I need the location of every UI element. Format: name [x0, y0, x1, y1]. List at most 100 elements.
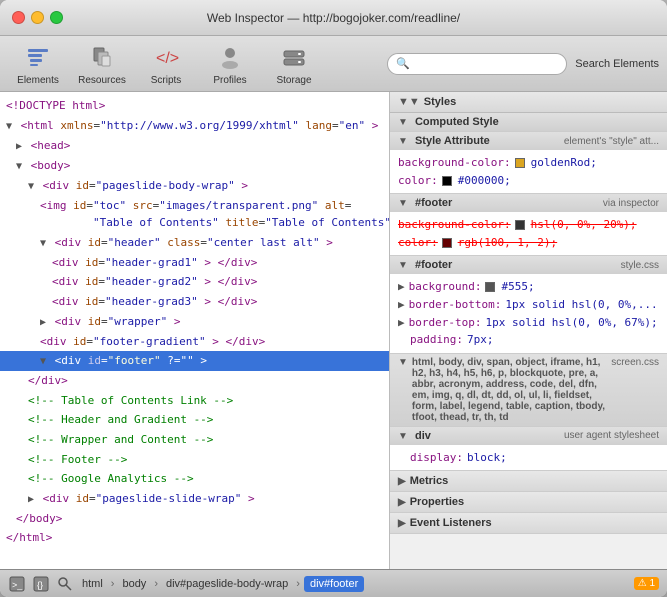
breadcrumb-body[interactable]: body — [118, 576, 150, 592]
dom-line-comment-toc[interactable]: <!-- Table of Contents Link --> — [0, 391, 389, 411]
breadcrumb-html[interactable]: html — [78, 576, 107, 592]
triangle-head[interactable] — [16, 141, 22, 152]
bgcolor-swatch — [515, 154, 527, 172]
statusbar: >_ {} html › body › div#pageslide-body-w… — [0, 569, 667, 597]
dom-line-pageslide-slide[interactable]: <div id="pageslide-slide-wrap" > — [0, 489, 389, 509]
metrics-triangle: ▶ — [398, 476, 406, 487]
scripts-tool-button[interactable]: </> Scripts — [136, 40, 196, 88]
breadcrumb-pageslide[interactable]: div#pageslide-body-wrap — [162, 576, 292, 592]
style-attr-source: element's "style" att... — [564, 136, 659, 147]
search-input-box[interactable]: 🔍 — [387, 53, 567, 75]
prop-color-name: color: — [398, 172, 438, 190]
dom-line-comment-wrapper[interactable]: <!-- Wrapper and Content --> — [0, 430, 389, 450]
dom-line-body[interactable]: <body> — [0, 156, 389, 176]
web-inspector-window: Web Inspector — http://bogojoker.com/rea… — [0, 0, 667, 597]
svg-text:{}: {} — [37, 580, 43, 590]
prop-footer-color: color: rgb(100, 1, 2); — [398, 234, 659, 252]
storage-label: Storage — [276, 75, 311, 86]
dom-panel[interactable]: <!DOCTYPE html> <html xmlns="http://www.… — [0, 92, 390, 569]
search-elements-label: Search Elements — [575, 58, 659, 70]
style-attr-body: background-color: goldenRod; color: #000… — [390, 150, 667, 193]
dom-line-wrapper[interactable]: <div id="wrapper" > — [0, 312, 389, 332]
div-useragent-label: div — [415, 430, 431, 442]
dom-line-pageslide-wrap[interactable]: <div id="pageslide-body-wrap" > — [0, 176, 389, 196]
prop-border-top: ▶ border-top: 1px solid hsl(0, 0%, 67%); — [398, 314, 659, 332]
main-area: <!DOCTYPE html> <html xmlns="http://www.… — [0, 92, 667, 569]
dom-line-html[interactable]: <html xmlns="http://www.w3.org/1999/xhtm… — [0, 116, 389, 136]
style-attr-label: Style Attribute — [415, 135, 490, 147]
style-attr-section: ▼ Style Attribute element's "style" att.… — [390, 132, 667, 194]
elements-tool-button[interactable]: Elements — [8, 40, 68, 88]
scripts-label: Scripts — [151, 75, 182, 86]
properties-triangle: ▶ — [398, 497, 406, 508]
dom-line-comment-analytics[interactable]: <!-- Google Analytics --> — [0, 469, 389, 489]
breadcrumb-footer[interactable]: div#footer — [304, 576, 364, 592]
dom-line-comment-footer[interactable]: <!-- Footer --> — [0, 450, 389, 470]
dom-line-header[interactable]: <div id="header" class="center last alt"… — [0, 233, 389, 253]
search-statusbar-icon[interactable] — [56, 575, 74, 593]
triangle-pageslide[interactable] — [28, 181, 34, 192]
dom-line-footer[interactable]: <div id="footer" ?="" > — [0, 351, 389, 371]
div-useragent-section: ▼ div user agent stylesheet display: blo… — [390, 427, 667, 472]
prop-footer-color-val: rgb(100, 1, 2); — [458, 234, 557, 252]
toolbar: Elements Resources </> Scripts — [0, 36, 667, 92]
svg-text:</>: </> — [156, 50, 179, 67]
metrics-label: Metrics — [410, 475, 449, 487]
div-useragent-header[interactable]: ▼ div user agent stylesheet — [390, 427, 667, 445]
triangle-footer[interactable] — [40, 356, 46, 367]
dom-line-hgrad3[interactable]: <div id="header-grad3" > </div> — [0, 292, 389, 312]
screen-css-section: ▼ html, body, div, span, object, iframe,… — [390, 354, 667, 427]
console-icon[interactable]: >_ — [8, 575, 26, 593]
footer-css-label: #footer — [415, 259, 452, 271]
metrics-section[interactable]: ▶ Metrics — [390, 471, 667, 492]
prop-color-val: #000000; — [458, 172, 511, 190]
footer-css-header[interactable]: ▼ #footer style.css — [390, 256, 667, 274]
computed-style-label: Computed Style — [415, 116, 499, 128]
triangle-html[interactable] — [6, 121, 12, 132]
triangle-body[interactable] — [16, 161, 22, 172]
styles-panel-header: ▼ Styles — [390, 92, 667, 113]
computed-style-header[interactable]: ▼ Computed Style — [390, 113, 667, 131]
expand-border-bottom[interactable]: ▶ — [398, 296, 405, 314]
dom-line-close-div[interactable]: </div> — [0, 371, 389, 391]
maximize-button[interactable] — [50, 11, 63, 24]
dom-line-doctype[interactable]: <!DOCTYPE html> — [0, 96, 389, 116]
resources-tool-button[interactable]: Resources — [72, 40, 132, 88]
screen-css-selector: html, body, div, span, object, iframe, h… — [412, 357, 607, 423]
storage-tool-button[interactable]: Storage — [264, 40, 324, 88]
dom-line-img[interactable]: <img id="toc" src="images/transparent.pn… — [0, 196, 389, 233]
screen-css-header[interactable]: ▼ html, body, div, span, object, iframe,… — [390, 354, 667, 426]
prop-display-name: display: — [410, 449, 463, 467]
computed-style-section: ▼ Computed Style — [390, 113, 667, 132]
dom-line-close-html[interactable]: </html> — [0, 528, 389, 548]
close-button[interactable] — [12, 11, 25, 24]
footer-inspector-header[interactable]: ▼ #footer via inspector — [390, 194, 667, 212]
dom-line-close-body[interactable]: </body> — [0, 509, 389, 529]
scope-icon[interactable]: {} — [32, 575, 50, 593]
style-attr-header[interactable]: ▼ Style Attribute element's "style" att.… — [390, 132, 667, 150]
dom-line-footer-gradient[interactable]: <div id="footer-gradient" > </div> — [0, 332, 389, 352]
minimize-button[interactable] — [31, 11, 44, 24]
footer-bgcolor-swatch-box — [515, 220, 525, 230]
computed-section-toggle: ▼ Computed Style — [398, 116, 499, 128]
triangle-slide[interactable] — [28, 494, 34, 505]
event-listeners-section[interactable]: ▶ Event Listeners — [390, 513, 667, 534]
dom-line-comment-header[interactable]: <!-- Header and Gradient --> — [0, 410, 389, 430]
dom-line-head[interactable]: <head> — [0, 136, 389, 156]
footer-inspector-body: background-color: hsl(0, 0%, 20%); color… — [390, 212, 667, 255]
prop-border-bottom: ▶ border-bottom: 1px solid hsl(0, 0%,... — [398, 296, 659, 314]
prop-bgcolor: background-color: goldenRod; — [398, 154, 659, 172]
triangle-wrapper[interactable] — [40, 317, 46, 328]
color-swatch — [442, 172, 454, 190]
profiles-label: Profiles — [213, 75, 246, 86]
dom-line-hgrad1[interactable]: <div id="header-grad1" > </div> — [0, 253, 389, 273]
dom-line-hgrad2[interactable]: <div id="header-grad2" > </div> — [0, 272, 389, 292]
properties-section[interactable]: ▶ Properties — [390, 492, 667, 513]
footer-bg-swatch — [485, 282, 495, 292]
prop-border-top-name: border-top: — [409, 314, 482, 332]
expand-icon[interactable]: ▶ — [398, 278, 405, 296]
profiles-tool-button[interactable]: Profiles — [200, 40, 260, 88]
expand-border-top[interactable]: ▶ — [398, 314, 405, 332]
styles-triangle[interactable]: ▼ — [398, 96, 420, 108]
triangle-header[interactable] — [40, 238, 46, 249]
